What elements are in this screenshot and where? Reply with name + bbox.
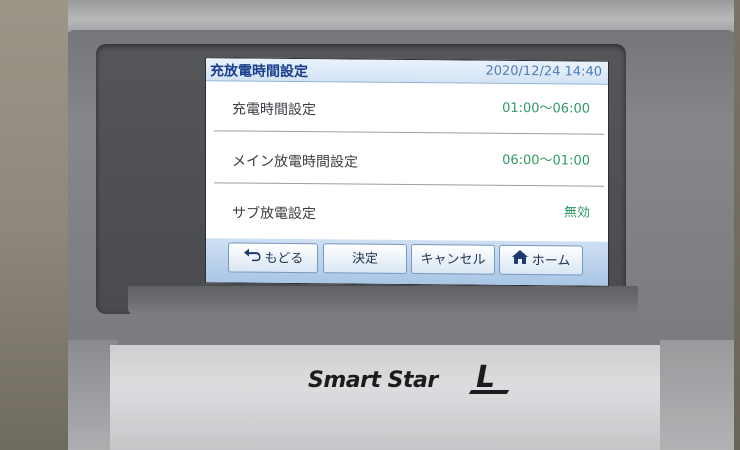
setting-row-charge-time[interactable]: 充電時間設定 01:00〜06:00 — [214, 82, 604, 135]
screen-title: 充放電時間設定 — [210, 63, 308, 81]
setting-value: 無効 — [563, 205, 590, 221]
setting-value: 06:00〜01:00 — [502, 152, 590, 169]
cancel-button-label: キャンセル — [420, 252, 486, 268]
confirm-button-label: 決定 — [351, 251, 378, 267]
device-lower-right — [660, 340, 734, 450]
touch-screen: 充放電時間設定 2020/12/24 14:40 充電時間設定 01:00〜06… — [205, 57, 609, 287]
bezel-bottom — [128, 286, 638, 316]
wall-left — [0, 0, 70, 450]
home-icon — [511, 246, 528, 276]
device-top-panel — [68, 0, 734, 34]
cancel-button[interactable]: キャンセル — [411, 244, 495, 275]
setting-row-sub-discharge[interactable]: サブ放電設定 無効 — [214, 186, 604, 237]
button-bar: もどる 決定 キャンセル ホーム — [206, 238, 608, 286]
home-button-label: ホーム — [531, 253, 571, 269]
setting-row-main-discharge-time[interactable]: メイン放電時間設定 06:00〜01:00 — [214, 134, 604, 187]
setting-label: メイン放電時間設定 — [232, 153, 358, 171]
home-button[interactable]: ホーム — [499, 244, 583, 276]
brand-logo-text: Smart Star — [308, 368, 438, 393]
setting-label: 充電時間設定 — [232, 101, 316, 119]
title-bar: 充放電時間設定 2020/12/24 14:40 — [206, 58, 608, 85]
setting-value: 01:00〜06:00 — [502, 100, 590, 117]
back-button[interactable]: もどる — [228, 242, 318, 274]
brand-logo-underline — [468, 390, 510, 394]
confirm-button[interactable]: 決定 — [323, 243, 407, 274]
setting-label: サブ放電設定 — [232, 205, 316, 223]
return-arrow-icon — [243, 244, 261, 274]
back-button-label: もどる — [264, 251, 304, 267]
datetime-display: 2020/12/24 14:40 — [485, 63, 602, 80]
device-lower-panel — [110, 345, 670, 450]
